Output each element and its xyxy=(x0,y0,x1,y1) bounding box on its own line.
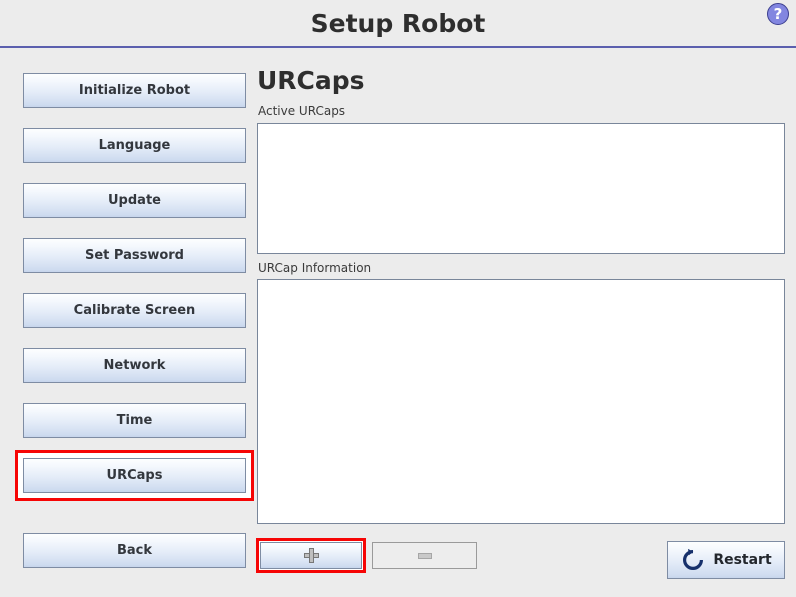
restart-circular-arrow-icon xyxy=(680,547,706,573)
urcap-information-label: URCap Information xyxy=(258,261,372,275)
sidebar-item-urcaps[interactable]: URCaps xyxy=(23,458,246,493)
sidebar-item-label: Set Password xyxy=(84,248,184,263)
header-divider xyxy=(0,46,796,48)
sidebar-item-label: Update xyxy=(108,193,161,208)
active-urcaps-label: Active URCaps xyxy=(258,104,346,118)
sidebar-item-label: Initialize Robot xyxy=(78,83,191,98)
page-header-title: Setup Robot xyxy=(310,9,486,38)
sidebar-item-label: URCaps xyxy=(106,468,163,483)
sidebar-item-set-password[interactable]: Set Password xyxy=(23,238,246,273)
remove-urcap-button xyxy=(372,542,477,569)
sidebar-item-label: Time xyxy=(116,413,153,428)
page-title: URCaps xyxy=(257,66,365,95)
sidebar-item-update[interactable]: Update xyxy=(23,183,246,218)
sidebar-item-label: Language xyxy=(98,138,171,153)
help-icon[interactable]: ? xyxy=(767,3,789,25)
sidebar-item-label: Back xyxy=(116,543,153,558)
plus-icon xyxy=(303,548,319,563)
active-urcaps-list[interactable] xyxy=(257,123,785,254)
sidebar-item-calibrate-screen[interactable]: Calibrate Screen xyxy=(23,293,246,328)
urcap-information-panel[interactable] xyxy=(257,279,785,524)
restart-button-label: Restart xyxy=(713,552,772,568)
sidebar-item-language[interactable]: Language xyxy=(23,128,246,163)
sidebar-item-back[interactable]: Back xyxy=(23,533,246,568)
restart-button[interactable]: Restart xyxy=(667,541,785,579)
sidebar-item-time[interactable]: Time xyxy=(23,403,246,438)
sidebar-item-initialize-robot[interactable]: Initialize Robot xyxy=(23,73,246,108)
setup-robot-screen: Setup Robot ? Initialize Robot Language … xyxy=(0,0,796,597)
sidebar-item-network[interactable]: Network xyxy=(23,348,246,383)
header-bar: Setup Robot ? xyxy=(0,0,796,48)
minus-icon xyxy=(417,552,432,559)
add-urcap-button[interactable] xyxy=(260,542,362,569)
sidebar-item-label: Calibrate Screen xyxy=(73,303,196,318)
sidebar-item-label: Network xyxy=(103,358,166,373)
